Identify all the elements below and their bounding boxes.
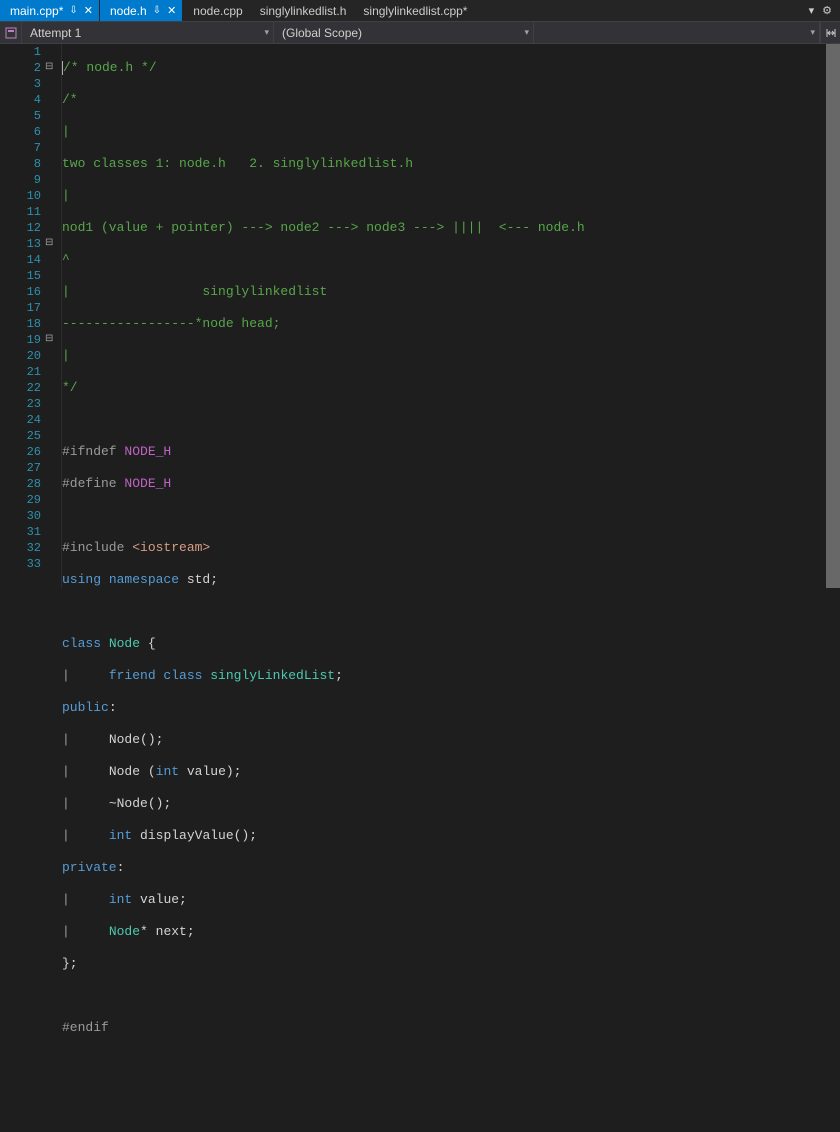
- code-line: private: [62, 860, 117, 875]
- code-line: #define: [62, 476, 124, 491]
- line-number: 16: [0, 284, 61, 300]
- code-line: |: [62, 188, 70, 203]
- line-number: 27: [0, 460, 61, 476]
- code-line: int: [109, 892, 132, 907]
- code-line: public: [62, 700, 109, 715]
- scrollbar-thumb[interactable]: [826, 44, 840, 588]
- tab-singlylinkedlist-h[interactable]: singlylinkedlist.h: [250, 0, 354, 21]
- scope-project-dropdown[interactable]: Attempt 1 ▾: [22, 22, 274, 43]
- pin-icon[interactable]: ⇩: [69, 5, 77, 16]
- code-editor[interactable]: 1234567891011121314151617181920212223242…: [0, 44, 840, 588]
- dropdown-icon[interactable]: ▾: [805, 4, 819, 18]
- code-line: friend: [78, 668, 156, 683]
- line-number: 26: [0, 444, 61, 460]
- code-line: /* node.h */: [63, 60, 157, 75]
- line-number: 15: [0, 268, 61, 284]
- scope-namespace-label: (Global Scope): [282, 26, 362, 40]
- line-number: 29: [0, 492, 61, 508]
- line-number: 31: [0, 524, 61, 540]
- code-line: | singlylinkedlist: [62, 284, 327, 299]
- line-number: 23: [0, 396, 61, 412]
- line-number: 5: [0, 108, 61, 124]
- gear-icon[interactable]: ⚙: [818, 4, 836, 18]
- line-number: 1: [0, 44, 61, 60]
- line-number: 18: [0, 316, 61, 332]
- code-line: */: [62, 380, 78, 395]
- fold-toggle[interactable]: ⊟: [45, 333, 53, 345]
- tab-node-h[interactable]: node.h ⇩ ✕: [100, 0, 183, 21]
- pin-icon[interactable]: ⇩: [153, 5, 161, 16]
- tab-main-cpp[interactable]: main.cpp* ⇩ ✕: [0, 0, 100, 21]
- line-number: 28: [0, 476, 61, 492]
- code-line: #endif: [62, 1020, 109, 1035]
- line-number: 25: [0, 428, 61, 444]
- line-number: 14: [0, 252, 61, 268]
- code-line: #ifndef: [62, 444, 124, 459]
- line-number: 20: [0, 348, 61, 364]
- code-line: };: [62, 956, 78, 971]
- code-area[interactable]: /* node.h */ /* | two classes 1: node.h …: [62, 44, 826, 588]
- close-icon[interactable]: ✕: [84, 4, 93, 17]
- fold-toggle[interactable]: ⊟: [45, 61, 53, 73]
- code-line: |: [62, 348, 70, 363]
- code-line: class: [62, 636, 101, 651]
- code-line: Node: [109, 732, 140, 747]
- line-number: 30: [0, 508, 61, 524]
- line-number: 9: [0, 172, 61, 188]
- code-line: Node: [117, 796, 148, 811]
- line-number: 11: [0, 204, 61, 220]
- scope-bar: Attempt 1 ▾ (Global Scope) ▾ ▾: [0, 22, 840, 44]
- close-icon[interactable]: ✕: [167, 4, 176, 17]
- tab-label: singlylinkedlist.h: [260, 4, 347, 18]
- code-line: Node: [109, 764, 140, 779]
- line-number: 4: [0, 92, 61, 108]
- tab-label: main.cpp*: [10, 4, 63, 18]
- scope-member-dropdown[interactable]: ▾: [534, 22, 820, 43]
- code-line: nod1 (value + pointer) ---> node2 ---> n…: [62, 220, 585, 235]
- line-number: 32: [0, 540, 61, 556]
- tab-node-cpp[interactable]: node.cpp: [183, 0, 249, 21]
- navigate-back-icon[interactable]: [0, 22, 22, 43]
- scope-namespace-dropdown[interactable]: (Global Scope) ▾: [274, 22, 534, 43]
- tab-singlylinkedlist-cpp[interactable]: singlylinkedlist.cpp*: [353, 0, 474, 21]
- tab-bar-controls: ▾ ⚙: [805, 4, 840, 18]
- code-line: /*: [62, 92, 78, 107]
- line-number: 17: [0, 300, 61, 316]
- line-number: 3: [0, 76, 61, 92]
- line-number: 7: [0, 140, 61, 156]
- split-editor-icon[interactable]: [820, 22, 840, 43]
- line-number: 12: [0, 220, 61, 236]
- tab-label: singlylinkedlist.cpp*: [363, 4, 467, 18]
- line-number: 21: [0, 364, 61, 380]
- tab-bar: main.cpp* ⇩ ✕ node.h ⇩ ✕ node.cpp singly…: [0, 0, 840, 22]
- chevron-down-icon: ▾: [524, 27, 529, 38]
- line-number: 8: [0, 156, 61, 172]
- chevron-down-icon: ▾: [810, 27, 815, 38]
- code-line: int: [109, 828, 132, 843]
- code-line: |: [62, 124, 70, 139]
- code-line: Node: [109, 924, 140, 939]
- line-numbers: 1234567891011121314151617181920212223242…: [0, 44, 61, 572]
- code-line: #include: [62, 540, 132, 555]
- line-number: 24: [0, 412, 61, 428]
- line-number: 10: [0, 188, 61, 204]
- line-number: 6: [0, 124, 61, 140]
- line-number: 33: [0, 556, 61, 572]
- code-line: two classes 1: node.h 2. singlylinkedlis…: [62, 156, 413, 171]
- gutter: 1234567891011121314151617181920212223242…: [0, 44, 62, 588]
- tab-label: node.h: [110, 4, 147, 18]
- chevron-down-icon: ▾: [264, 27, 269, 38]
- tab-label: node.cpp: [193, 4, 242, 18]
- code-line: ^: [62, 252, 70, 267]
- scope-project-label: Attempt 1: [30, 26, 81, 40]
- code-line: using: [62, 572, 101, 587]
- code-line: -----------------*node head;: [62, 316, 280, 331]
- line-number: 22: [0, 380, 61, 396]
- vertical-scrollbar[interactable]: [826, 44, 840, 588]
- fold-toggle[interactable]: ⊟: [45, 237, 53, 249]
